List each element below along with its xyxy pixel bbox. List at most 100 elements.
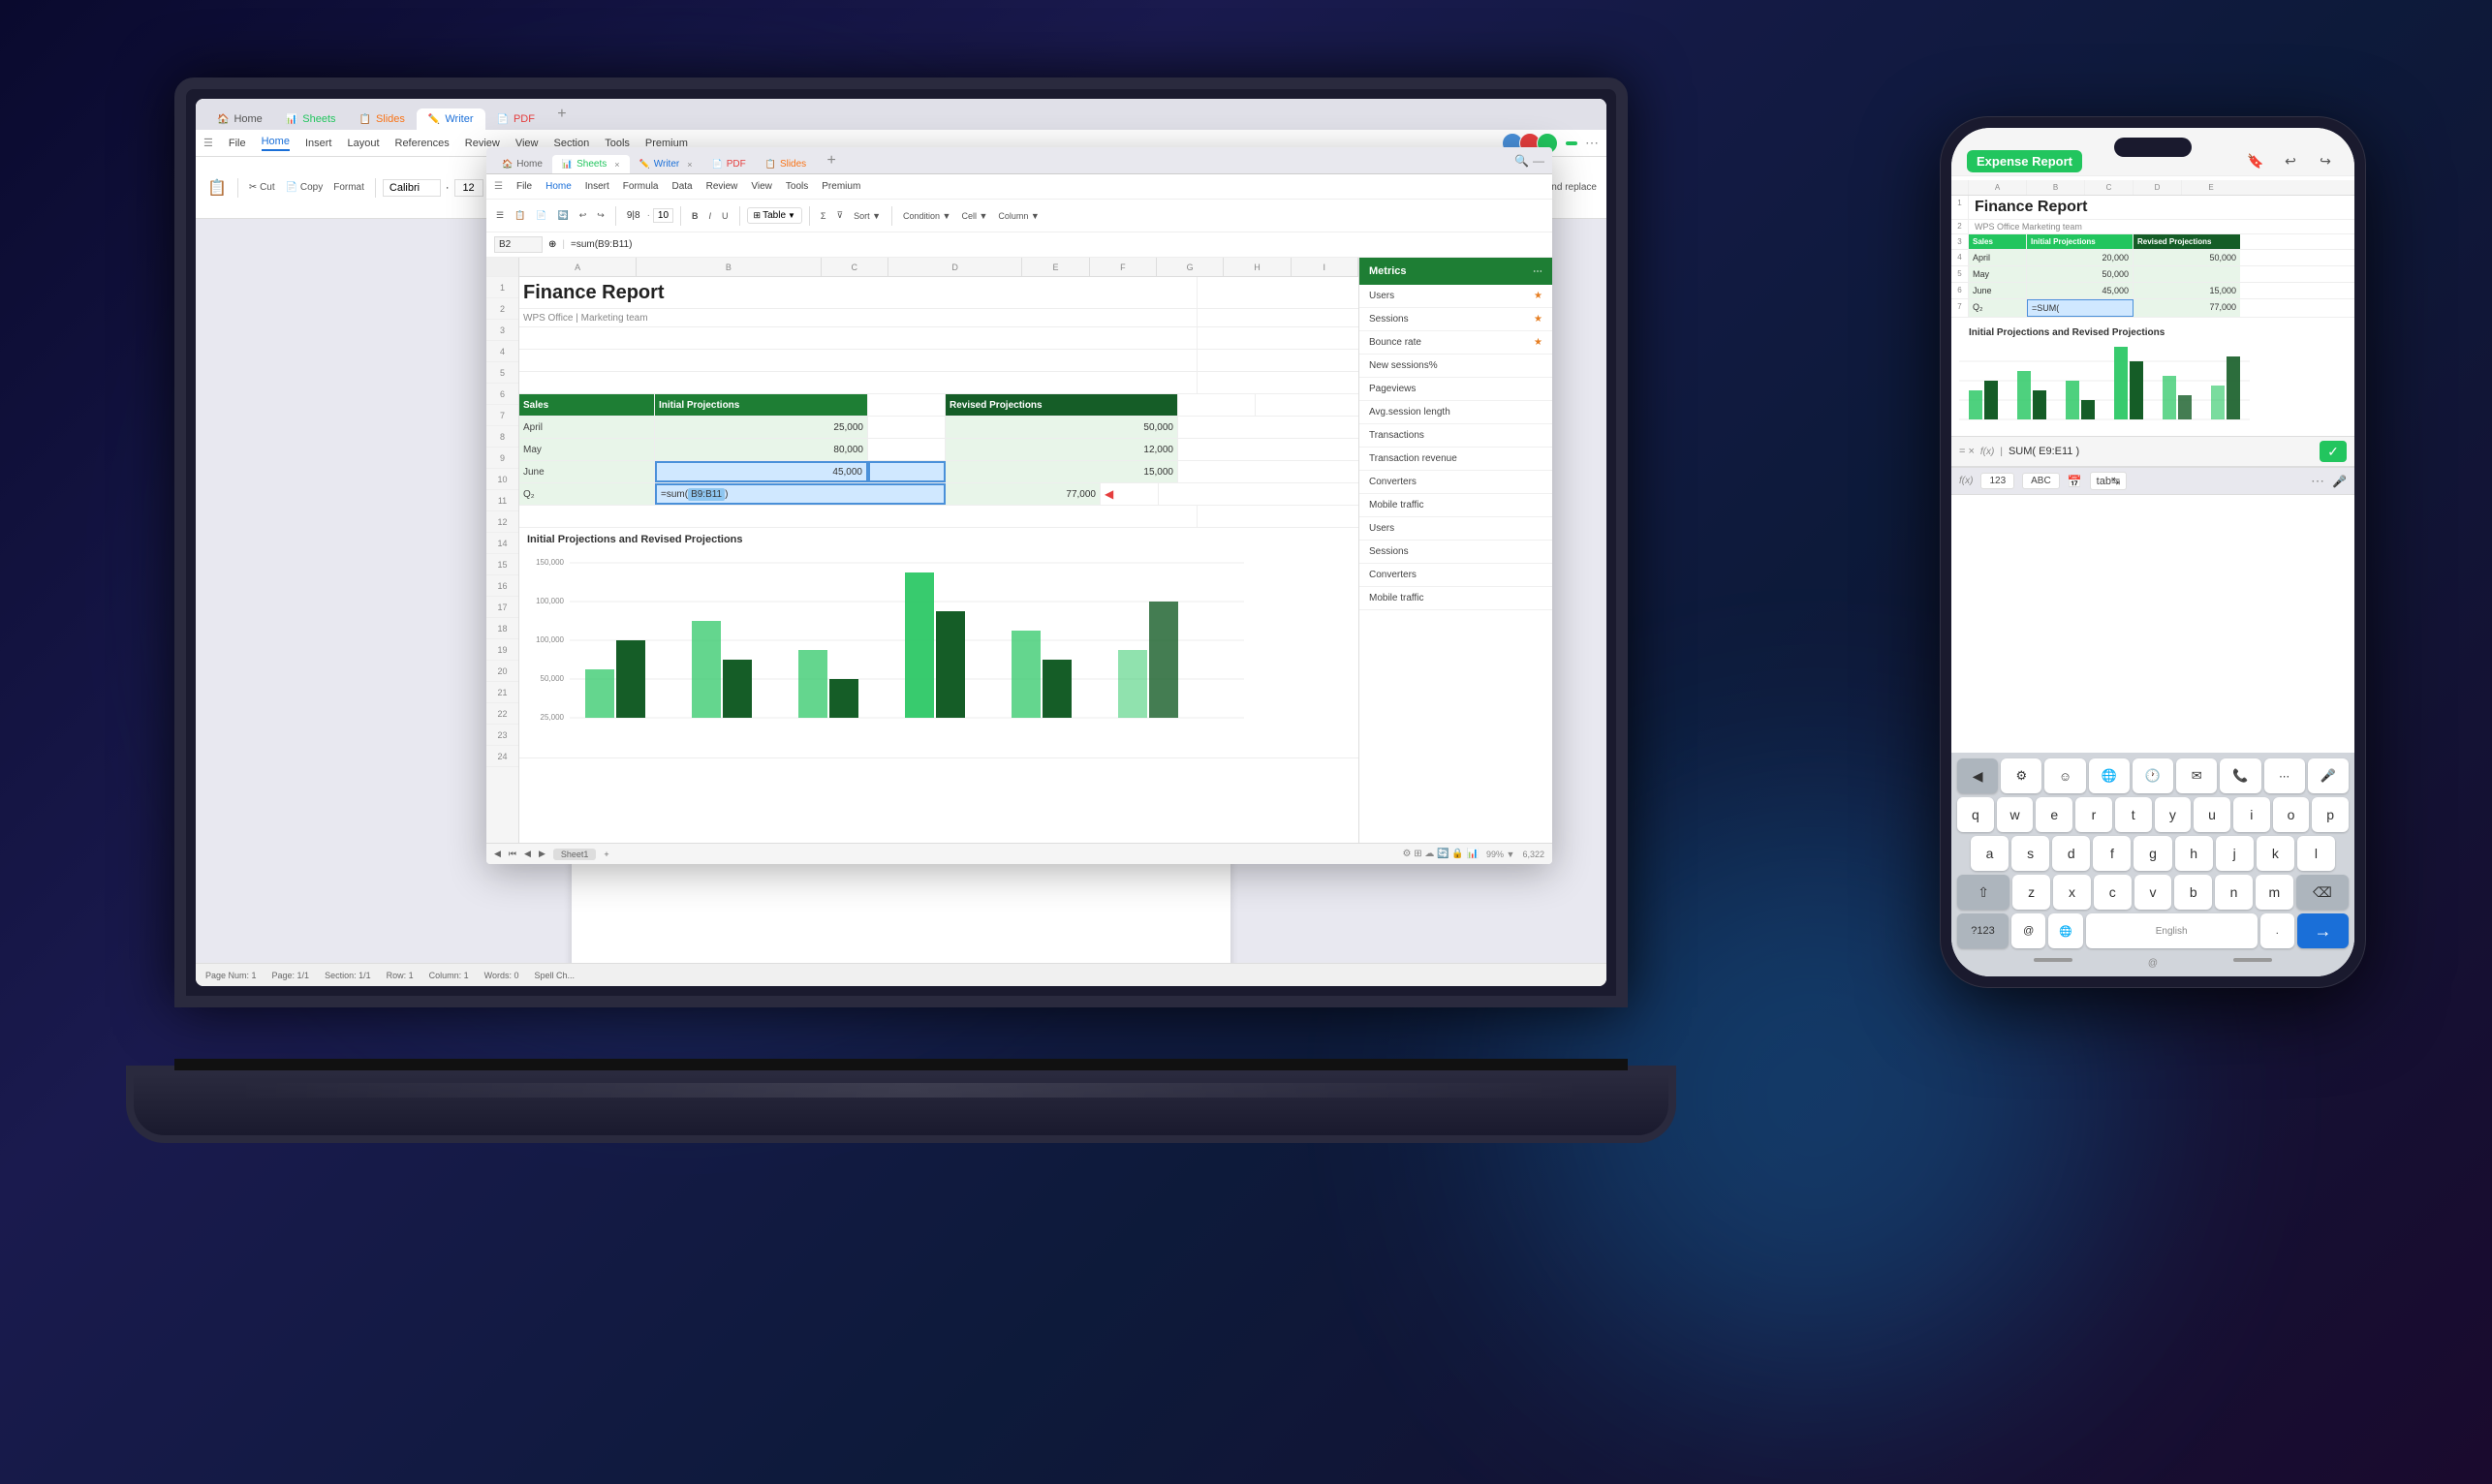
cell-may-initial[interactable]: 80,000: [655, 439, 868, 460]
cell-april-revised[interactable]: 50,000: [946, 417, 1178, 438]
key-u[interactable]: u: [2194, 797, 2230, 832]
cell-may-label[interactable]: May: [519, 439, 655, 460]
data-item-avg-session[interactable]: Avg.session length: [1359, 401, 1552, 424]
sum-button[interactable]: Σ: [817, 209, 830, 223]
key-enter[interactable]: →: [2297, 913, 2349, 948]
nav-prev2[interactable]: ◀: [524, 849, 531, 859]
data-item-transaction-revenue[interactable]: Transaction revenue: [1359, 448, 1552, 471]
minimize-icon[interactable]: —: [1533, 154, 1544, 168]
key-backspace[interactable]: ⌫: [2296, 875, 2349, 910]
key-e[interactable]: e: [2036, 797, 2072, 832]
col-revised[interactable]: Revised Projections: [946, 394, 1178, 416]
key-y[interactable]: y: [2155, 797, 2192, 832]
key-r[interactable]: r: [2075, 797, 2112, 832]
phone-col-initial[interactable]: Initial Projections: [2027, 234, 2134, 249]
phone-formula-text[interactable]: SUM( E9:E11 ): [2009, 446, 2314, 457]
data-item-bounce-rate[interactable]: Bounce rate★: [1359, 331, 1552, 355]
sheets-menu-data[interactable]: Data: [671, 181, 692, 192]
key-clock[interactable]: 🕐: [2133, 758, 2173, 793]
key-mail[interactable]: ✉: [2176, 758, 2217, 793]
formula-input[interactable]: =sum(B9:B11): [571, 239, 1544, 250]
sheets-italic[interactable]: I: [705, 209, 716, 223]
key-world[interactable]: 🌐: [2089, 758, 2130, 793]
tab-pdf[interactable]: 📄 PDF: [485, 108, 546, 130]
phone-title-cell[interactable]: Finance Report: [1969, 196, 2259, 219]
menu-file[interactable]: File: [229, 138, 246, 149]
font-size-input[interactable]: 9|8: [623, 210, 644, 221]
menu-home[interactable]: Home: [262, 136, 290, 151]
font-size[interactable]: 12: [454, 179, 483, 197]
sheets-menu-premium[interactable]: Premium: [822, 181, 860, 192]
tab-sheets[interactable]: 📊 Sheets: [274, 108, 348, 130]
tab-home[interactable]: 🏠 Home: [205, 108, 274, 130]
key-back[interactable]: ◀: [1957, 758, 1998, 793]
tab-slides[interactable]: 📋 Slides: [348, 108, 417, 130]
toolbar-icon-1[interactable]: ☰: [492, 208, 508, 223]
redo-icon[interactable]: ↪: [2312, 148, 2339, 175]
data-item-converters[interactable]: Converters: [1359, 471, 1552, 494]
key-phone-icon[interactable]: 📞: [2220, 758, 2260, 793]
key-p[interactable]: p: [2312, 797, 2349, 832]
key-o[interactable]: o: [2273, 797, 2310, 832]
copy-button[interactable]: 📄 Copy: [282, 180, 327, 195]
format-button[interactable]: Format: [329, 180, 368, 195]
cell-q2-formula[interactable]: =sum(B9:B11): [655, 483, 946, 505]
sheets-add-tab[interactable]: +: [820, 149, 843, 172]
share-button[interactable]: [1566, 141, 1577, 145]
sheets-tab-sheets[interactable]: 📊 Sheets ×: [552, 155, 630, 173]
paste-button[interactable]: 📋: [203, 176, 231, 200]
data-item-sessions[interactable]: Sessions★: [1359, 308, 1552, 331]
zoom-level[interactable]: 99% ▼: [1486, 850, 1514, 859]
key-l[interactable]: l: [2297, 836, 2335, 871]
add-sheet-button[interactable]: +: [604, 850, 608, 859]
sheets-underline[interactable]: U: [718, 209, 732, 223]
num-mode-btn[interactable]: 123: [1980, 473, 2014, 489]
key-space[interactable]: English: [2086, 913, 2258, 948]
sheets-font-size[interactable]: 10: [653, 208, 673, 223]
key-x[interactable]: x: [2053, 875, 2091, 910]
sheets-menu-review[interactable]: Review: [706, 181, 738, 192]
key-z[interactable]: z: [2012, 875, 2050, 910]
data-item-users-2[interactable]: Users: [1359, 517, 1552, 541]
font-name[interactable]: Calibri: [383, 179, 441, 197]
cell-june-revised[interactable]: 15,000: [946, 461, 1178, 482]
data-list-more[interactable]: ⋯: [1533, 266, 1542, 277]
key-n[interactable]: n: [2215, 875, 2253, 910]
bookmark-icon[interactable]: 🔖: [2242, 148, 2269, 175]
toolbar-icon-2[interactable]: 📋: [511, 208, 529, 223]
sheets-menu-view[interactable]: View: [751, 181, 772, 192]
more-icon[interactable]: ⋯: [2311, 473, 2324, 489]
confirm-button[interactable]: ✓: [2320, 441, 2347, 462]
key-s[interactable]: s: [2011, 836, 2049, 871]
sheets-tab-writer[interactable]: ✏️ Writer ×: [630, 155, 702, 173]
menu-insert[interactable]: Insert: [305, 138, 332, 149]
table-button[interactable]: ⊞ Table ▼: [747, 207, 802, 224]
sheets-menu-tools[interactable]: Tools: [786, 181, 808, 192]
key-gear[interactable]: ⚙: [2001, 758, 2041, 793]
key-globe[interactable]: 🌐: [2048, 913, 2082, 948]
column-button[interactable]: Column ▼: [994, 209, 1043, 223]
col-sales[interactable]: Sales: [519, 394, 655, 416]
cell-reference[interactable]: B2: [494, 236, 543, 253]
sort-button[interactable]: Sort ▼: [850, 209, 885, 223]
key-c[interactable]: c: [2094, 875, 2132, 910]
menu-references[interactable]: References: [395, 138, 450, 149]
col-initial[interactable]: Initial Projections: [655, 394, 868, 416]
data-item-mobile-2[interactable]: Mobile traffic: [1359, 587, 1552, 610]
key-q[interactable]: q: [1957, 797, 1994, 832]
data-item-mobile[interactable]: Mobile traffic: [1359, 494, 1552, 517]
undo-icon[interactable]: ↩: [2277, 148, 2304, 175]
toolbar-icon-5[interactable]: ↩: [576, 208, 591, 223]
key-h[interactable]: h: [2175, 836, 2213, 871]
at-symbol[interactable]: @: [2148, 958, 2158, 969]
calc-button[interactable]: Cell ▼: [957, 209, 991, 223]
nav-first[interactable]: ⏮: [509, 849, 516, 859]
sheet-tab-sheet1[interactable]: Sheet1: [553, 849, 597, 860]
toolbar-icon-3[interactable]: 📄: [532, 208, 550, 223]
key-m[interactable]: m: [2256, 875, 2293, 910]
data-item-converters-2[interactable]: Converters: [1359, 564, 1552, 587]
data-item-new-sessions[interactable]: New sessions%: [1359, 355, 1552, 378]
key-b[interactable]: b: [2174, 875, 2212, 910]
search-icon[interactable]: 🔍: [1514, 154, 1529, 168]
key-at[interactable]: @: [2011, 913, 2045, 948]
